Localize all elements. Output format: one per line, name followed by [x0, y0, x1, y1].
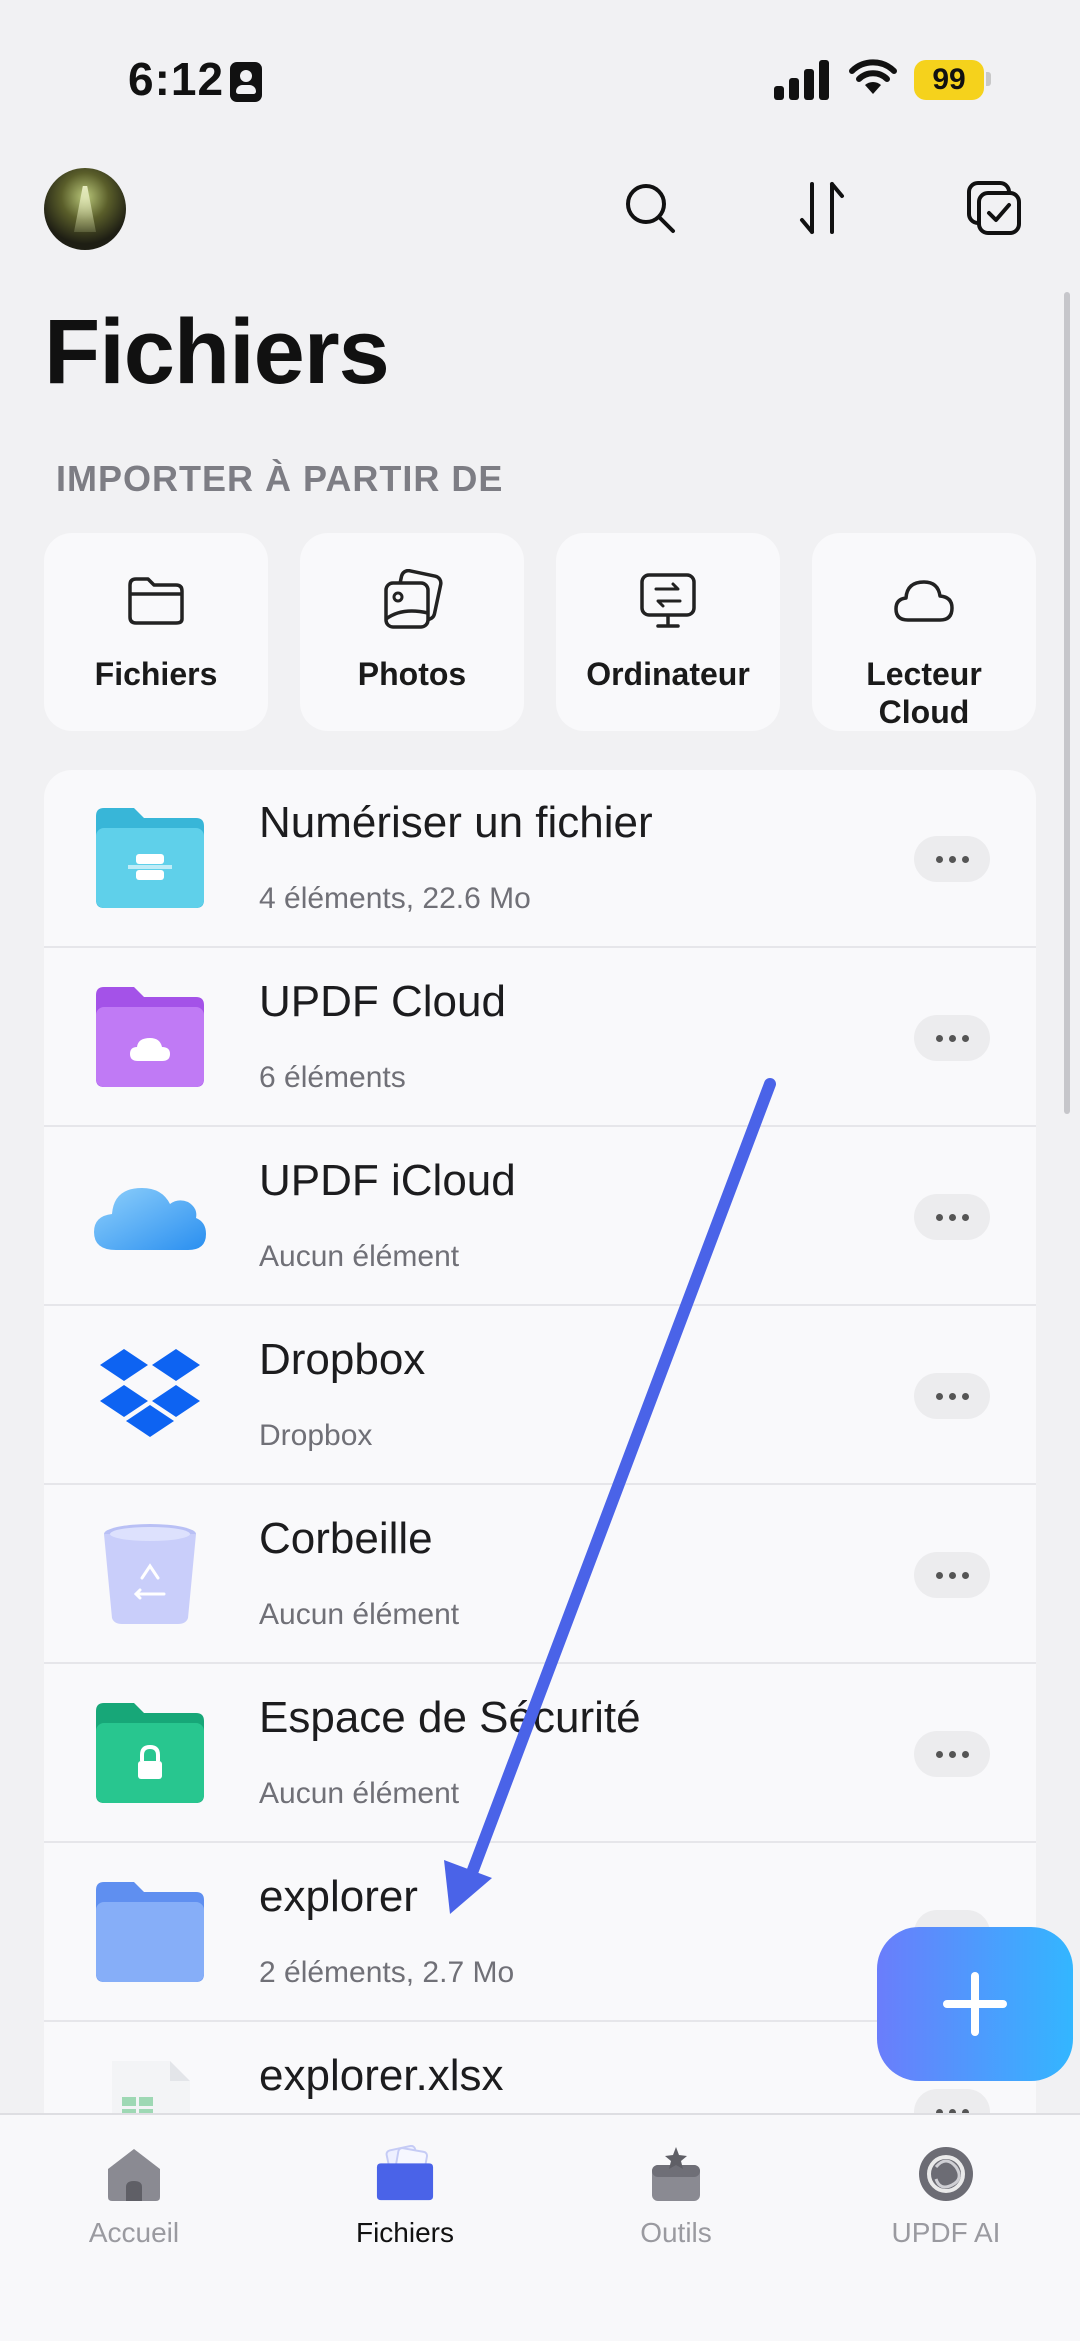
- item-details: 6 éléments: [259, 1061, 406, 1094]
- more-options-button[interactable]: [914, 1015, 990, 1061]
- status-time: 6:12: [128, 53, 225, 105]
- multi-select-icon: [967, 181, 1021, 235]
- status-bar: 6:12 99: [0, 0, 1080, 150]
- dropbox-icon: [100, 1349, 200, 1437]
- cellular-signal-icon: [774, 58, 830, 100]
- file-list: Numériser un fichier 4 éléments, 22.6 Mo…: [44, 770, 1036, 2120]
- xlsx-file-icon: [112, 2061, 190, 2120]
- updf-cloud-folder-icon: [96, 987, 204, 1087]
- item-details: Dropbox: [259, 1419, 373, 1452]
- list-item[interactable]: Corbeille Aucun élément: [44, 1486, 1036, 1664]
- import-section-label: IMPORTER À PARTIR DE: [56, 458, 504, 499]
- import-source-label: Fichiers: [94, 656, 218, 692]
- item-name: explorer: [259, 1872, 418, 1921]
- ai-icon: [919, 2147, 973, 2201]
- tab-home[interactable]: Accueil: [24, 2145, 244, 2249]
- computer-transfer-icon: [640, 573, 696, 628]
- icloud-icon: [94, 1188, 206, 1250]
- import-cloud-card[interactable]: Lecteur Cloud: [812, 533, 1036, 731]
- home-icon: [108, 2149, 160, 2201]
- scan-folder-icon: [96, 808, 204, 908]
- tab-label: UPDF AI: [891, 2217, 1001, 2248]
- tools-icon: [652, 2147, 700, 2201]
- list-item[interactable]: Espace de Sécurité Aucun élément: [44, 1665, 1036, 1843]
- tab-updf-ai[interactable]: UPDF AI: [836, 2145, 1056, 2249]
- page-title: Fichiers: [44, 301, 390, 403]
- import-source-label: Photos: [357, 656, 467, 692]
- tab-files[interactable]: Fichiers: [295, 2145, 515, 2249]
- item-name: UPDF iCloud: [259, 1156, 516, 1205]
- import-files-card[interactable]: Fichiers: [44, 533, 268, 731]
- import-source-label: Lecteur Cloud: [866, 656, 982, 730]
- scroll-indicator[interactable]: [1064, 292, 1070, 1114]
- item-name: Numériser un fichier: [259, 798, 653, 847]
- list-item[interactable]: UPDF Cloud 6 éléments: [44, 949, 1036, 1127]
- item-details: 2 éléments, 2.7 Mo: [259, 1956, 515, 1989]
- search-button[interactable]: [618, 176, 682, 240]
- import-photos-card[interactable]: Photos: [300, 533, 524, 731]
- item-details: Aucun élément: [259, 1777, 460, 1810]
- add-button[interactable]: [877, 1927, 1073, 2081]
- item-details: 4 éléments, 22.6 Mo: [259, 882, 531, 915]
- more-options-button[interactable]: [914, 1731, 990, 1777]
- tab-label: Outils: [640, 2217, 712, 2248]
- import-computer-card[interactable]: Ordinateur: [556, 533, 780, 731]
- more-options-button[interactable]: [914, 1194, 990, 1240]
- tab-bar: Accueil Fichiers Outils UPDF AI: [0, 2113, 1080, 2341]
- contact-card-icon: [230, 62, 262, 102]
- wifi-icon: [849, 59, 897, 94]
- lock-folder-icon: [96, 1703, 204, 1803]
- tab-tools[interactable]: Outils: [566, 2145, 786, 2249]
- select-button[interactable]: [962, 176, 1026, 240]
- battery-tip: [986, 72, 991, 86]
- import-source-label: Ordinateur: [586, 656, 750, 692]
- search-icon: [626, 184, 675, 233]
- folder-icon: [128, 577, 184, 625]
- list-item[interactable]: Dropbox Dropbox: [44, 1307, 1036, 1485]
- list-item[interactable]: UPDF iCloud Aucun élément: [44, 1128, 1036, 1306]
- tab-label: Fichiers: [355, 2217, 454, 2248]
- item-name: Espace de Sécurité: [259, 1693, 641, 1742]
- more-options-button[interactable]: [914, 836, 990, 882]
- battery-indicator: 99: [914, 60, 984, 100]
- tab-label: Accueil: [88, 2217, 180, 2248]
- item-name: Corbeille: [259, 1514, 433, 1563]
- item-details: Aucun élément: [259, 1598, 460, 1631]
- folder-icon: [96, 1882, 204, 1982]
- item-details: Aucun élément: [259, 1240, 460, 1273]
- trash-bin-icon: [104, 1524, 196, 1624]
- item-name: UPDF Cloud: [259, 977, 506, 1026]
- more-options-button[interactable]: [914, 1552, 990, 1598]
- avatar[interactable]: [44, 168, 126, 250]
- item-name: explorer.xlsx: [259, 2051, 504, 2100]
- sort-icon: [800, 182, 844, 234]
- item-name: Dropbox: [259, 1335, 426, 1384]
- cloud-icon: [894, 580, 954, 622]
- more-options-button[interactable]: [914, 1373, 990, 1419]
- files-icon: [376, 2145, 434, 2201]
- photos-icon: [384, 569, 443, 629]
- list-item[interactable]: Numériser un fichier 4 éléments, 22.6 Mo: [44, 770, 1036, 948]
- sort-button[interactable]: [790, 176, 854, 240]
